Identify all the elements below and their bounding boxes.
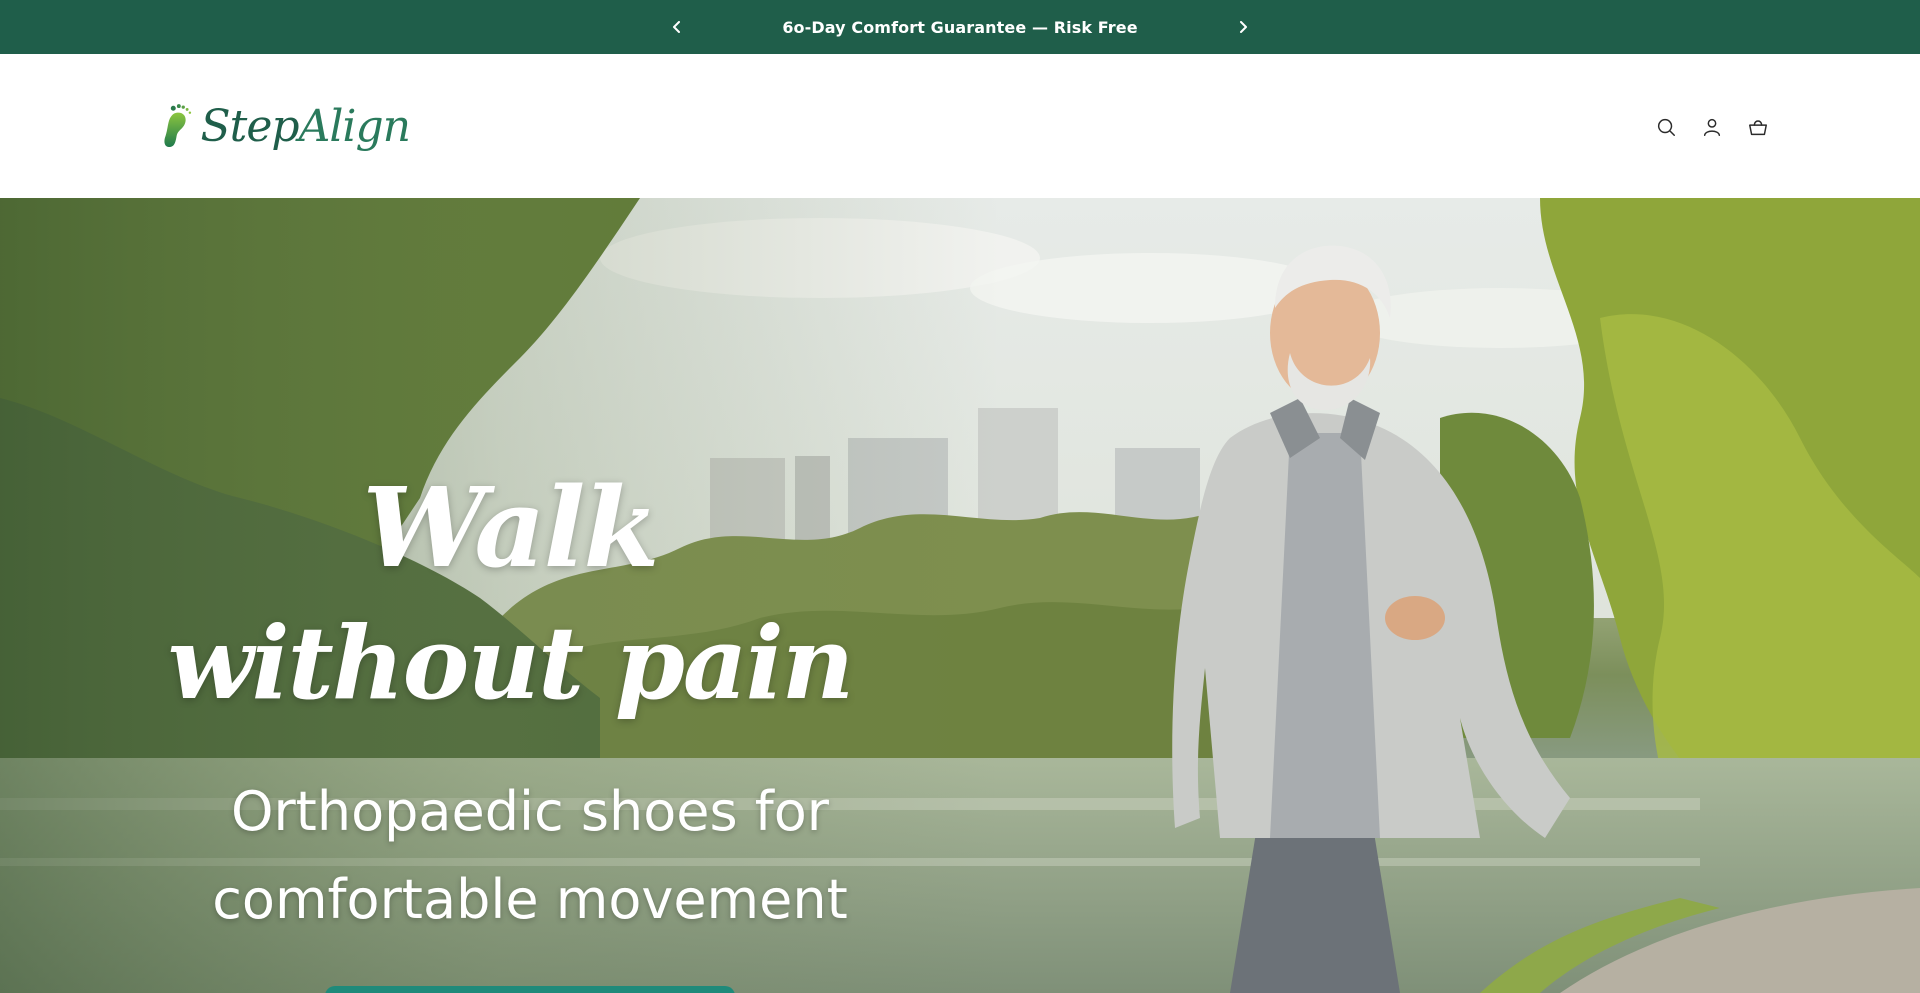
logo-text: StepAlign [200, 100, 411, 152]
chevron-left-icon[interactable] [663, 13, 691, 41]
hero-subtitle-line1: Orthopaedic shoes for [230, 780, 830, 843]
announcement-bar: 6o-Day Comfort Guarantee — Risk Free [0, 0, 1920, 54]
hero-title-line1: Walk [362, 463, 659, 592]
hero-subtitle: Orthopaedic shoes for comfortable moveme… [160, 768, 900, 944]
footprint-icon [164, 104, 192, 148]
site-header: StepAlign [0, 54, 1920, 198]
header-icons [1654, 112, 1770, 142]
hero-title: Walk without pain [150, 458, 870, 728]
announcement-text: 6o-Day Comfort Guarantee — Risk Free [782, 17, 1138, 37]
logo[interactable]: StepAlign [160, 84, 411, 168]
account-icon[interactable] [1700, 115, 1724, 139]
hero-subtitle-line2: comfortable movement [212, 868, 848, 931]
hero-title-line2: without pain [167, 604, 855, 722]
cart-icon[interactable] [1746, 115, 1770, 139]
chevron-right-icon[interactable] [1229, 13, 1257, 41]
hero-banner: Walk without pain Orthopaedic shoes for … [0, 198, 1920, 993]
hero-cta-button[interactable] [325, 986, 735, 993]
search-icon[interactable] [1654, 115, 1678, 139]
